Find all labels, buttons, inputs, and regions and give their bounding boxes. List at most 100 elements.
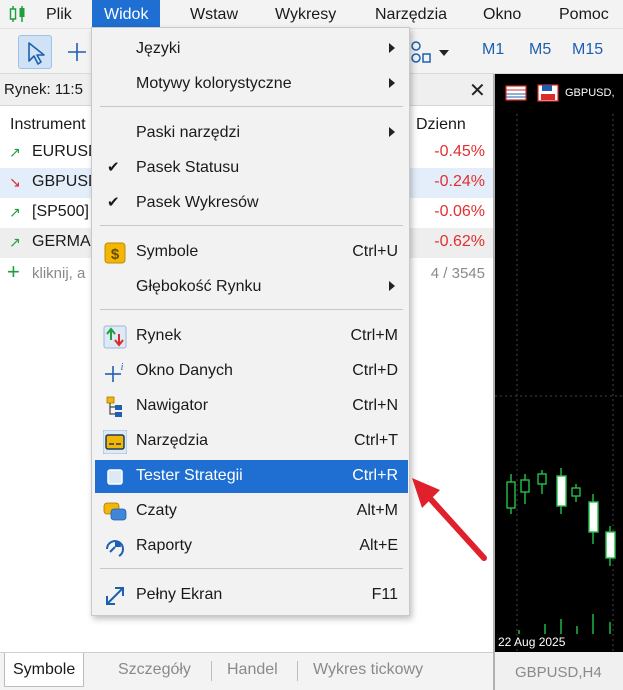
toolbox-icon — [103, 430, 127, 454]
menu-plik[interactable]: Plik — [34, 0, 84, 29]
submenu-arrow-icon — [389, 78, 395, 88]
menu-item-label: Symbole — [136, 243, 199, 260]
menu-wstaw[interactable]: Wstaw — [178, 0, 250, 29]
menu-separator — [100, 225, 403, 226]
chart-table-icon[interactable] — [505, 84, 527, 102]
symbol-name: [SP500] — [32, 203, 89, 220]
arrow-down-icon: ↘ — [9, 174, 21, 190]
tab-symbole[interactable]: Symbole — [4, 653, 85, 687]
menu-item-czaty[interactable]: Czaty Alt+M — [95, 495, 408, 528]
symbol-count: 4 / 3545 — [430, 265, 485, 282]
menu-item-shortcut: Ctrl+T — [354, 432, 398, 449]
menu-pomoc[interactable]: Pomoc — [547, 0, 621, 29]
chat-bubbles-icon — [103, 502, 127, 521]
tab-szczegoly[interactable]: Szczegóły — [110, 653, 199, 687]
submenu-arrow-icon — [389, 43, 395, 53]
symbol-name: EURUSD — [32, 143, 100, 160]
column-instrument[interactable]: Instrument — [10, 116, 86, 134]
chart-window[interactable]: GBPUSD, 22 Aug 2025 — [493, 74, 623, 652]
menu-item-paski-narzedzi[interactable]: Paski narzędzi — [95, 117, 408, 150]
column-daily-change[interactable]: Dzienn — [416, 116, 466, 134]
menu-item-label: Raporty — [136, 537, 193, 554]
menu-item-okno-danych[interactable]: i Okno Danych Ctrl+D — [95, 355, 408, 388]
menu-separator — [100, 106, 403, 107]
menu-item-pasek-wykresow[interactable]: ✔ Pasek Wykresów — [95, 187, 408, 220]
crosshair-tool-button[interactable] — [60, 35, 94, 69]
checkmark-icon: ✔ — [107, 194, 120, 211]
annotation-arrow-icon — [412, 478, 487, 561]
dollar-icon: $ — [104, 242, 126, 264]
menu-item-label: Pełny Ekran — [136, 586, 223, 603]
reports-gauge-icon — [106, 540, 124, 557]
menu-item-motywy[interactable]: Motywy kolorystyczne — [95, 68, 408, 101]
daily-change: -0.24% — [434, 173, 485, 190]
symbol-name: GERMA — [32, 233, 91, 250]
menu-item-shortcut: F11 — [371, 586, 398, 603]
menu-separator — [100, 568, 403, 569]
submenu-arrow-icon — [389, 127, 395, 137]
menu-item-label: Motywy kolorystyczne — [136, 75, 292, 92]
market-arrows-icon — [103, 325, 127, 349]
menu-item-raporty[interactable]: Raporty Alt+E — [95, 530, 408, 563]
close-icon[interactable]: ✕ — [469, 78, 486, 103]
menu-item-label: Nawigator — [136, 397, 209, 414]
menu-item-nawigator[interactable]: Nawigator Ctrl+N — [95, 390, 408, 423]
timeframe-m15[interactable]: M15 — [572, 41, 603, 59]
menu-item-symbole[interactable]: $ Symbole Ctrl+U — [95, 236, 408, 269]
menu-item-rynek[interactable]: Rynek Ctrl+M — [95, 320, 408, 353]
menu-item-label: Języki — [136, 40, 181, 57]
daily-change: -0.62% — [434, 233, 485, 250]
menu-separator — [100, 309, 403, 310]
menu-item-shortcut: Alt+M — [356, 502, 398, 519]
menu-item-narzedzia[interactable]: Narzędzia Ctrl+T — [95, 425, 408, 458]
chart-canvas — [495, 114, 623, 652]
add-symbol-hint: kliknij, a — [32, 265, 86, 282]
menu-item-label: Tester Strategii — [136, 467, 243, 484]
tab-separator — [211, 661, 212, 681]
timeframe-m1[interactable]: M1 — [482, 41, 504, 59]
menu-item-label: Narzędzia — [136, 432, 209, 449]
menu-widok[interactable]: Widok — [92, 0, 161, 29]
menu-item-label: Okno Danych — [136, 362, 233, 379]
menu-item-label: Głębokość Rynku — [136, 278, 262, 295]
menu-item-shortcut: Ctrl+R — [352, 467, 398, 484]
arrow-up-icon: ↗ — [9, 234, 21, 250]
crosshair-info-icon: i — [105, 362, 124, 382]
menu-item-shortcut: Alt+E — [359, 537, 398, 554]
plus-icon: + — [7, 259, 20, 284]
daily-change: -0.06% — [434, 203, 485, 220]
tab-wykres-tickowy[interactable]: Wykres tickowy — [305, 653, 431, 687]
daily-change: -0.45% — [434, 143, 485, 160]
menu-item-shortcut: Ctrl+M — [350, 327, 398, 344]
menu-item-shortcut: Ctrl+D — [352, 362, 398, 379]
arrow-up-icon: ↗ — [9, 144, 21, 160]
menu-item-pelny-ekran[interactable]: Pełny Ekran F11 — [95, 579, 408, 612]
shapes-tool-icon[interactable] — [410, 37, 432, 67]
menu-okno[interactable]: Okno — [471, 0, 533, 29]
menu-wykresy[interactable]: Wykresy — [263, 0, 348, 29]
fullscreen-arrow-icon — [106, 587, 124, 605]
navigator-tree-icon — [106, 396, 122, 417]
chart-tab-bar: GBPUSD,H4 — [493, 652, 623, 690]
tab-handel[interactable]: Handel — [219, 653, 286, 687]
chart-tab-gbpusd-h4[interactable]: GBPUSD,H4 — [515, 664, 602, 681]
market-panel-title: Rynek: 11:5 — [4, 81, 83, 98]
menu-item-tester-strategii[interactable]: Tester Strategii Ctrl+R — [95, 460, 408, 493]
menu-item-shortcut: Ctrl+U — [352, 243, 398, 260]
chart-save-icon[interactable] — [537, 84, 559, 102]
menu-narzedzia[interactable]: Narzędzia — [363, 0, 459, 29]
timeframe-m5[interactable]: M5 — [529, 41, 551, 59]
menu-item-label: Czaty — [136, 502, 177, 519]
tester-square-icon — [107, 469, 123, 485]
menu-item-label: Paski narzędzi — [136, 124, 241, 141]
menu-item-glebokosc-rynku[interactable]: Głębokość Rynku — [95, 271, 408, 304]
crosshair-icon — [68, 43, 86, 61]
menu-item-jezyki[interactable]: Języki — [95, 33, 408, 66]
menu-item-pasek-statusu[interactable]: ✔ Pasek Statusu — [95, 152, 408, 185]
tab-separator — [297, 661, 298, 681]
arrow-up-icon: ↗ — [9, 204, 21, 220]
view-menu-dropdown: Języki Motywy kolorystyczne Paski narzęd… — [91, 27, 410, 616]
market-tabs: Symbole Szczegóły Handel Wykres tickowy — [0, 652, 493, 690]
cursor-tool-button[interactable] — [18, 35, 52, 69]
chevron-down-icon[interactable] — [438, 49, 450, 57]
